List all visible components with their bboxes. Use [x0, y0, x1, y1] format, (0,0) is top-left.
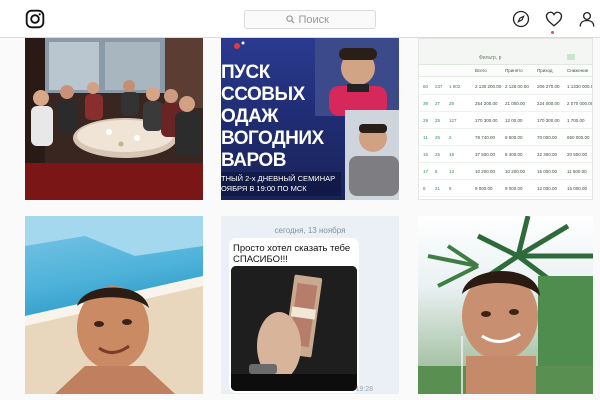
sheet-cell: 13 — [449, 169, 455, 174]
sheet-cell: 2 — [449, 135, 452, 140]
sheet-column-header: Приход — [537, 68, 553, 73]
search-box[interactable] — [244, 10, 376, 29]
search-input[interactable] — [298, 13, 335, 26]
sheet-cell: 21 000.00 — [505, 101, 526, 106]
sheet-cell: 60 — [423, 84, 429, 89]
sheet-toolbar: Фильтр, р — [419, 39, 592, 65]
promo-headline: ПУСК ССОВЫХ ОДАЖ ВОГОДНИХ ВАРОВ — [221, 62, 325, 172]
sheet-cell: 1 1330 000.00 — [567, 84, 593, 89]
sheet-cell: 170 300.00 — [475, 118, 498, 123]
promo-subtitle-line: ТНЫЙ 2-х ДНЕВНЫЙ СЕМИНАР — [221, 174, 336, 183]
promo-headline-line: ССОВЫХ — [221, 84, 305, 105]
sheet-cell: 18 — [449, 152, 455, 157]
chat-message-bubble: Просто хотел сказать тебе СПАСИБО!!! — [229, 238, 359, 393]
sheet-cell: 8 — [423, 186, 426, 191]
sheet-cell: 127 — [449, 118, 457, 123]
chat-timestamp: 19:28 — [355, 386, 373, 393]
sheet-column-header: Снижение — [567, 68, 589, 73]
compass-icon[interactable] — [512, 10, 530, 28]
sheet-cell: 16 — [423, 152, 429, 157]
sheet-cell: 29 — [423, 118, 429, 123]
sheet-cell: 25 — [435, 152, 441, 157]
promo-subtitle-line: ОЯБРЯ В 19:00 ПО МСК — [221, 184, 307, 193]
sheet-cell: 2 130 200.00 — [475, 84, 502, 89]
sheet-cell: 2 128 00.00 — [505, 84, 529, 89]
beach-selfie-image — [25, 216, 203, 394]
post-thumbnail-spreadsheet[interactable]: Фильтр, р Всего Принято Приход Снижение … — [418, 38, 593, 200]
sheet-header-row: Всего Принято Приход Снижение — [419, 65, 592, 77]
sheet-cell: 32 300.00 — [537, 152, 558, 157]
sheet-cell: 25 — [435, 118, 441, 123]
promo-headline-line: ПУСК — [221, 62, 270, 83]
sheet-cell: 8 — [435, 169, 438, 174]
chat-date: сегодня, 13 ноября — [274, 226, 346, 235]
sheet-cell: 11 500.00 — [567, 169, 587, 174]
sheet-cell: 650 000.00 — [567, 135, 590, 140]
notification-dot — [551, 31, 554, 34]
promo-headline-line: ВОГОДНИХ — [221, 128, 324, 149]
sheet-cell: 1 902 — [449, 84, 461, 89]
sheet-cell: 78 740.00 — [475, 135, 496, 140]
sheet-cell: 25 — [435, 135, 441, 140]
sheet-cell: 12 00.00 — [505, 118, 523, 123]
sheet-cell: 9 000.00 — [505, 186, 523, 191]
promo-subtitle: ТНЫЙ 2-х ДНЕВНЫЙ СЕМИНАР ОЯБРЯ В 19:00 П… — [221, 174, 341, 194]
palm-selfie-image — [418, 216, 593, 394]
sheet-cell: 10 200.00 — [475, 169, 496, 174]
sheet-cell: 8 500.00 — [505, 135, 523, 140]
sheet-filter-label: Фильтр, р — [479, 55, 502, 61]
sheet-cell: 1 700.00 — [567, 118, 585, 123]
sheet-row: 16 25 18 37 500.00 8 400.00 32 300.00 20 500.0… — [419, 147, 592, 163]
sheet-badge — [567, 54, 575, 60]
sheet-cell: 37 500.00 — [475, 152, 496, 157]
sheet-cell: 20 500.00 — [567, 152, 588, 157]
sheet-cell: 10 200.00 — [505, 169, 526, 174]
profile-icon[interactable] — [578, 10, 596, 28]
promo-headline-line: ВАРОВ — [221, 150, 286, 171]
sheet-row: 17 8 13 10 200.00 10 200.00 15 000.00 11 500.0… — [419, 164, 592, 180]
money-bundle-image — [231, 266, 357, 391]
sheet-column-header: Принято — [505, 68, 523, 73]
sheet-cell: 15 000.00 — [537, 169, 558, 174]
sheet-row: 8 21 8 9 000.00 9 000.00 12 000.00 15 000.00 — [419, 181, 592, 197]
sheet-cell: 9 000.00 — [475, 186, 493, 191]
sheet-cell: 8 — [449, 186, 452, 191]
sheet-cell: 15 000.00 — [567, 186, 588, 191]
group-photo-image — [25, 38, 203, 200]
search-icon — [285, 15, 295, 24]
chat-message-text: Просто хотел сказать тебе СПАСИБО!!! — [233, 243, 355, 265]
sheet-cell: 224 000.00 — [537, 101, 560, 106]
sheet-cell: 27 — [435, 101, 441, 106]
sheet-cell: 11 — [423, 135, 428, 140]
sheet-cell: 70 000.00 — [537, 135, 558, 140]
post-thumbnail-beach-selfie[interactable] — [25, 216, 203, 394]
post-thumbnail-chat-screenshot[interactable]: сегодня, 13 ноября Просто хотел сказать … — [221, 216, 399, 394]
chat-message-line: Просто хотел сказать тебе — [233, 243, 351, 254]
chat-photo-money — [231, 266, 357, 391]
post-thumbnail-seminar-promo[interactable]: ПУСК ССОВЫХ ОДАЖ ВОГОДНИХ ВАРОВ ТНЫЙ 2-х… — [221, 38, 399, 200]
sheet-row: 11 25 2 78 740.00 8 500.00 70 000.00 650 000.0… — [419, 130, 592, 146]
sheet-row: 39 27 28 254 200.00 21 000.00 224 000.00 2 070… — [419, 96, 593, 112]
sheet-cell: 237 — [435, 84, 443, 89]
sheet-cell: 39 — [423, 101, 429, 106]
sheet-row: 29 25 127 170 300.00 12 00.00 170 300.00 1 700… — [419, 113, 592, 129]
promo-headline-line: ОДАЖ — [221, 106, 278, 127]
post-thumbnail-palm-selfie[interactable] — [418, 216, 593, 394]
sheet-cell: 28 — [449, 101, 455, 106]
sheet-cell: 17 — [423, 169, 429, 174]
sheet-cell: 170 300.00 — [537, 118, 560, 123]
post-thumbnail-group-photo[interactable] — [25, 38, 203, 200]
sheet-cell: 8 400.00 — [505, 152, 523, 157]
sheet-cell: 21 — [435, 186, 441, 191]
sheet-cell: 254 200.00 — [475, 101, 498, 106]
top-navigation-bar — [0, 0, 600, 38]
heart-icon[interactable] — [545, 10, 563, 28]
sheet-cell: 209 270.00 — [537, 84, 560, 89]
sheet-row: 60 237 1 902 2 130 200.00 2 128 00.00 209 270… — [419, 79, 593, 95]
sheet-cell: 2 070 000.00 — [567, 101, 593, 106]
sheet-column-header: Всего — [475, 68, 487, 73]
instagram-logo-icon[interactable] — [25, 9, 45, 29]
chat-message-line: СПАСИБО!!! — [233, 254, 288, 265]
sheet-cell: 12 000.00 — [537, 186, 558, 191]
